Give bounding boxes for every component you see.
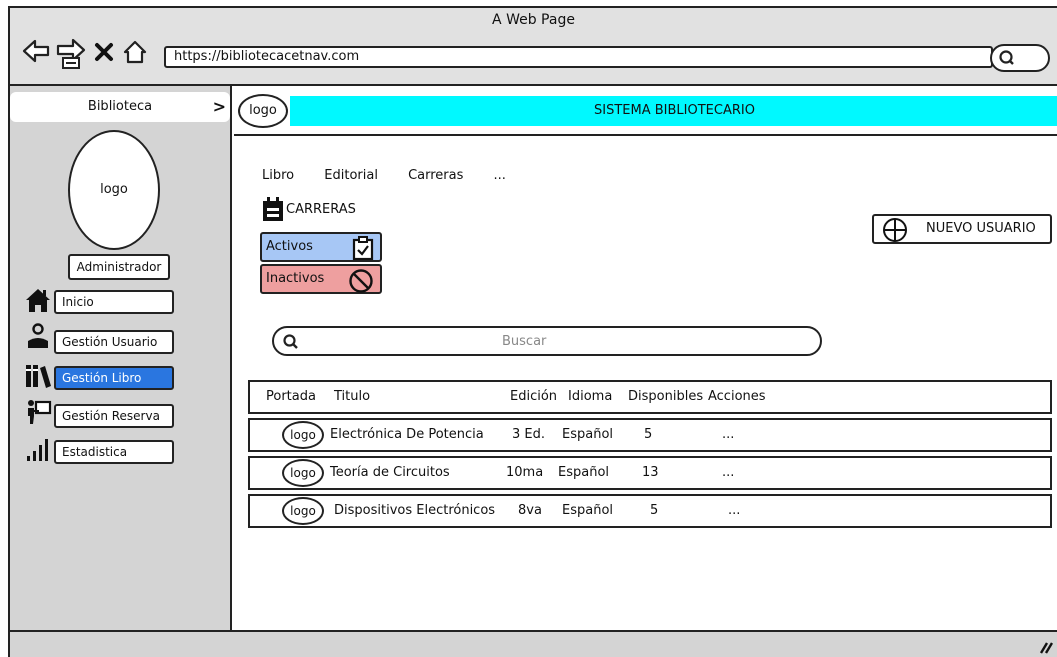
tab-bar: Libro Editorial Carreras ... <box>262 168 532 183</box>
header-divider <box>234 134 1057 136</box>
forward-icon[interactable] <box>54 38 88 70</box>
portada-logo: logo <box>282 459 324 487</box>
stop-icon[interactable] <box>94 42 114 62</box>
row-actions[interactable]: ... <box>722 420 734 450</box>
user-icon <box>28 323 48 348</box>
search-placeholder: Buscar <box>502 334 547 349</box>
sidebar-item-gestion-reserva[interactable]: Gestión Reserva <box>54 404 174 428</box>
table-header: Portada Titulo Edición Idioma Disponible… <box>248 380 1052 414</box>
header-logo: logo <box>238 94 288 128</box>
cell-edicion: 3 Ed. <box>512 427 546 442</box>
cell-disponibles: 5 <box>644 427 653 442</box>
tab-libro[interactable]: Libro <box>262 168 294 183</box>
sidebar-logo: logo <box>68 130 160 250</box>
home-nav-icon[interactable] <box>122 40 148 64</box>
clipboard-check-icon <box>352 236 374 260</box>
browser-search-button[interactable] <box>990 44 1050 72</box>
sidebar-header-label: Biblioteca <box>87 99 153 114</box>
resize-grip-icon[interactable] <box>1037 638 1053 654</box>
main-content: logo SISTEMA BIBLIOTECARIO Libro Editori… <box>234 86 1057 630</box>
browser-toolbar: A Web Page https://bibliotecacetnav.com <box>10 8 1057 86</box>
header-idioma: Idioma <box>568 389 613 404</box>
activos-button[interactable]: Activos <box>260 232 382 262</box>
header-disponibles: Disponibles <box>628 389 704 404</box>
search-icon <box>283 334 298 349</box>
activos-label: Activos <box>266 239 313 254</box>
cell-idioma: Español <box>562 503 614 518</box>
chevron-right-icon[interactable]: > <box>213 92 226 122</box>
sidebar-item-estadistica[interactable]: Estadistica <box>54 440 174 464</box>
role-label: Administrador <box>68 254 170 280</box>
calendar-icon <box>263 197 283 221</box>
cell-disponibles: 13 <box>642 465 659 480</box>
sidebar-header[interactable]: Biblioteca > <box>10 92 230 122</box>
portada-logo: logo <box>282 497 324 525</box>
header-titulo: Titulo <box>334 389 371 404</box>
table-row[interactable]: logo Dispositivos Electrónicos 8va Españ… <box>248 494 1052 528</box>
header-acciones: Acciones <box>708 389 766 404</box>
header-portada: Portada <box>266 389 316 404</box>
reserve-icon <box>28 400 52 424</box>
inactivos-button[interactable]: Inactivos <box>260 264 382 294</box>
row-actions[interactable]: ... <box>728 496 740 526</box>
back-icon[interactable] <box>22 38 50 64</box>
tab-editorial[interactable]: Editorial <box>324 168 378 183</box>
cell-titulo: Electrónica De Potencia <box>330 427 484 442</box>
header-edicion: Edición <box>510 389 558 404</box>
section-title: CARRERAS <box>286 202 356 217</box>
search-icon <box>999 50 1014 65</box>
browser-window: A Web Page https://bibliotecacetnav.com … <box>8 6 1057 657</box>
new-user-button[interactable]: NUEVO USUARIO <box>872 214 1052 244</box>
stats-icon <box>27 439 48 461</box>
search-input[interactable]: Buscar <box>272 326 822 356</box>
tab-carreras[interactable]: Carreras <box>408 168 463 183</box>
books-icon <box>26 365 51 388</box>
cell-titulo: Dispositivos Electrónicos <box>334 503 496 518</box>
window-title: A Web Page <box>492 12 575 28</box>
url-input[interactable]: https://bibliotecacetnav.com <box>164 46 993 68</box>
cell-titulo: Teoría de Circuitos <box>330 465 450 480</box>
cell-idioma: Español <box>562 427 614 442</box>
plus-circle-icon <box>883 218 907 242</box>
inactivos-label: Inactivos <box>266 271 325 286</box>
sidebar-item-inicio[interactable]: Inicio <box>54 290 174 314</box>
cell-edicion: 8va <box>518 503 542 518</box>
cell-edicion: 10ma <box>506 465 544 480</box>
row-actions[interactable]: ... <box>722 458 734 488</box>
system-banner: SISTEMA BIBLIOTECARIO <box>290 96 1057 126</box>
sidebar: Biblioteca > logo Administrador Inicio G… <box>10 86 232 630</box>
portada-logo: logo <box>282 421 324 449</box>
cell-idioma: Español <box>558 465 610 480</box>
home-icon <box>26 289 50 312</box>
tab-more[interactable]: ... <box>494 168 506 183</box>
table-row[interactable]: logo Teoría de Circuitos 10ma Español 13… <box>248 456 1052 490</box>
new-user-label: NUEVO USUARIO <box>926 221 1036 236</box>
sidebar-item-gestion-usuario[interactable]: Gestión Usuario <box>54 330 174 354</box>
status-bar <box>10 630 1057 657</box>
sidebar-item-gestion-libro[interactable]: Gestión Libro <box>54 366 174 390</box>
cell-disponibles: 5 <box>650 503 659 518</box>
table-row[interactable]: logo Electrónica De Potencia 3 Ed. Españ… <box>248 418 1052 452</box>
block-icon <box>349 269 373 293</box>
